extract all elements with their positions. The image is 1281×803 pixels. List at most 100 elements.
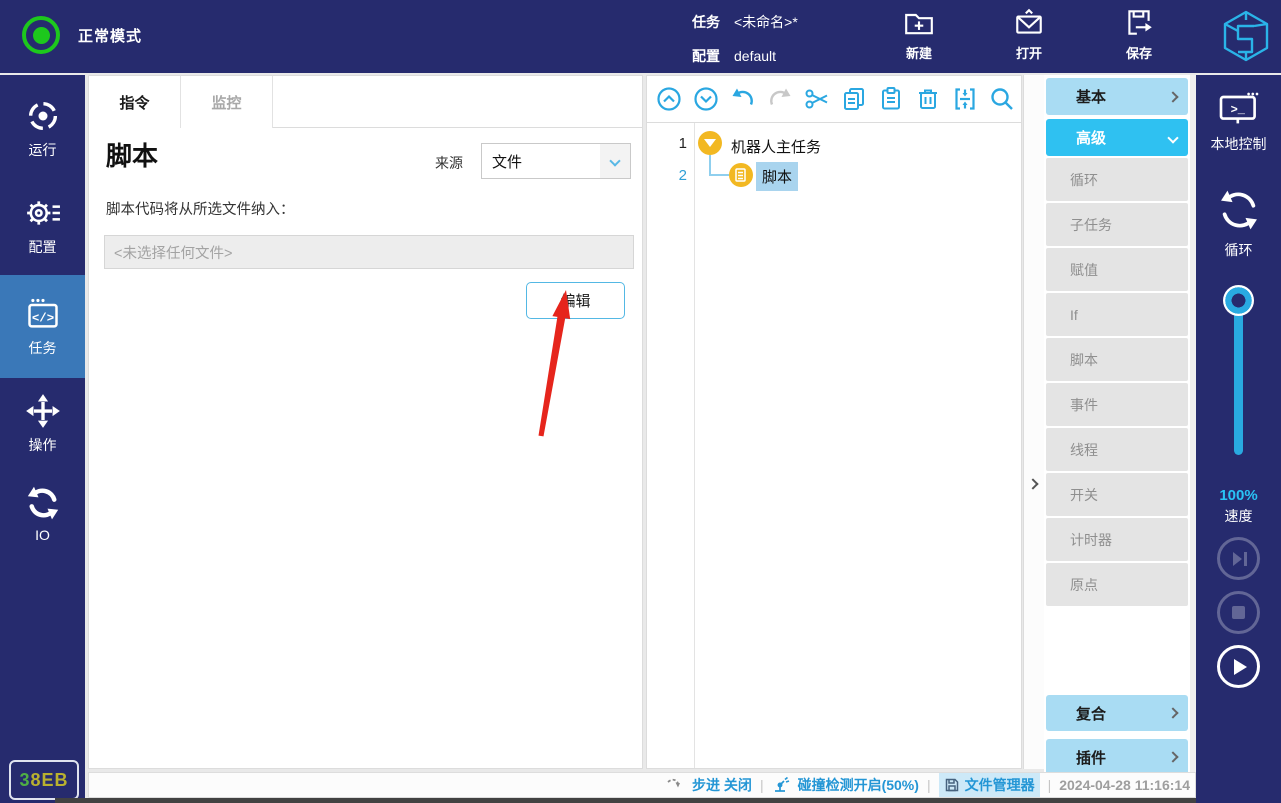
palette-item-subtask[interactable]: 子任务 [1046,203,1188,246]
palette-item-switch[interactable]: 开关 [1046,473,1188,516]
palette-section-plugin[interactable]: 插件 [1046,739,1188,775]
play-button[interactable] [1217,645,1260,688]
step-mode-toggle[interactable]: 步进 关闭 [692,775,752,795]
instruction-editor-panel: 指令 监控 脚本 来源 文件 脚本代码将从所选文件纳入： <未选择任何文件> 编… [88,75,643,769]
palette-section-basic[interactable]: 基本 [1046,78,1188,115]
selected-file-field[interactable]: <未选择任何文件> [104,235,634,269]
gutter-divider [694,123,695,768]
palette-item-origin[interactable]: 原点 [1046,563,1188,606]
speed-slider-track[interactable] [1234,301,1243,455]
chevron-down-icon [609,155,621,167]
status-indicator-icon [22,16,60,54]
undo-icon[interactable] [730,86,756,112]
palette-item-thread[interactable]: 线程 [1046,428,1188,471]
loop-label: 循环 [1224,242,1253,258]
copy-icon[interactable] [841,86,867,112]
speed-slider-thumb[interactable] [1223,285,1254,316]
palette-item-timer[interactable]: 计时器 [1046,518,1188,561]
source-select[interactable]: 文件 [481,143,631,179]
cut-icon[interactable] [804,86,830,112]
move-down-icon[interactable] [693,86,719,112]
panel-divider [1023,75,1044,769]
sidebar-task-label: 任务 [28,339,57,356]
palette-item-if[interactable]: If [1046,293,1188,336]
app-window: 正常模式 任务 <未命名>* 配置 default 新建 打开 保存 运行 配置… [0,0,1281,803]
top-bar: 正常模式 任务 <未命名>* 配置 default 新建 打开 保存 [0,0,1281,73]
annotation-arrow [538,290,571,437]
play-icon [1234,658,1247,675]
operate-icon [25,393,61,429]
sidebar-item-config[interactable]: 配置 [0,187,85,261]
delete-icon[interactable] [915,86,941,112]
collision-detect-icon [772,776,790,794]
source-selected-value: 文件 [492,153,523,171]
chevron-right-icon [1167,707,1179,719]
open-task-icon [1013,7,1045,39]
section-plugin-label: 插件 [1076,749,1107,767]
new-task-button[interactable]: 新建 [888,7,950,62]
stop-icon [1232,606,1245,619]
sidebar-item-task[interactable]: </> 任务 [0,275,85,378]
config-label: 配置 [692,48,720,64]
tab-instruction[interactable]: 指令 [89,76,181,128]
source-label: 来源 [435,155,463,171]
sidebar-item-io[interactable]: IO [0,473,85,547]
new-task-icon [903,7,935,39]
redo-icon[interactable] [767,86,793,112]
save-task-button[interactable]: 保存 [1108,7,1170,62]
page-title: 脚本 [106,141,159,171]
script-description: 脚本代码将从所选文件纳入： [106,202,295,218]
tree-row-root[interactable]: 机器人主任务 [731,136,821,157]
palette-section-advanced[interactable]: 高级 [1046,119,1188,156]
palette-section-composite[interactable]: 复合 [1046,695,1188,731]
loop-icon [1216,187,1262,233]
system-timestamp: 2024-04-28 11:16:14 [1059,777,1190,793]
save-task-label: 保存 [1125,46,1152,61]
collision-detect-toggle[interactable]: 碰撞检测开启(50%) [798,775,919,795]
task-label: 任务 [692,14,720,30]
tree-connector [709,155,711,175]
sidebar-run-label: 运行 [28,142,57,158]
expand-panel-chevron-icon[interactable] [1027,478,1039,490]
move-up-icon[interactable] [656,86,682,112]
sidebar-io-label: IO [35,527,50,543]
speed-percent-value: 100% [1219,487,1258,504]
sidebar-item-operate[interactable]: 操作 [0,385,85,459]
editor-tab-bar: 指令 监控 [89,76,642,128]
paste-icon[interactable] [878,86,904,112]
sidebar-config-label: 配置 [28,239,57,255]
dropdown-button[interactable] [600,144,630,178]
stop-button[interactable] [1217,591,1260,634]
palette-item-assign[interactable]: 赋值 [1046,248,1188,291]
brand-logo-icon [1218,8,1274,64]
file-manager-label: 文件管理器 [964,777,1035,793]
chevron-down-icon [1167,131,1179,144]
tree-connector [709,174,729,176]
section-advanced-label: 高级 [1076,130,1107,147]
collapse-node-icon[interactable] [698,131,722,155]
open-task-button[interactable]: 打开 [998,7,1060,62]
task-name-value: <未命名>* [734,14,798,30]
chevron-right-icon [1167,751,1179,763]
script-node-icon[interactable] [729,163,753,187]
sidebar-item-run[interactable]: 运行 [0,90,85,164]
file-manager-button[interactable]: 文件管理器 [938,773,1040,797]
file-manager-icon [944,777,960,793]
palette-item-script[interactable]: 脚本 [1046,338,1188,381]
search-icon[interactable] [989,86,1015,112]
tab-monitor[interactable]: 监控 [181,76,273,128]
config-name-value: default [734,48,777,64]
badge-prefix: 3 [19,769,31,790]
collapse-icon[interactable] [952,86,978,112]
tree-row-script[interactable]: 脚本 [756,162,799,191]
bottom-edge [55,798,1196,803]
local-control-button[interactable]: >_ 本地控制 [1196,91,1281,154]
right-control-sidebar: >_ 本地控制 循环 100% 速度 [1196,75,1281,803]
open-task-label: 打开 [1015,46,1042,61]
step-forward-button[interactable] [1217,537,1260,580]
loop-toggle-button[interactable]: 循环 [1196,187,1281,260]
local-control-icon: >_ [1218,91,1260,127]
save-task-icon [1123,7,1155,39]
palette-item-loop[interactable]: 循环 [1046,158,1188,201]
palette-item-event[interactable]: 事件 [1046,383,1188,426]
